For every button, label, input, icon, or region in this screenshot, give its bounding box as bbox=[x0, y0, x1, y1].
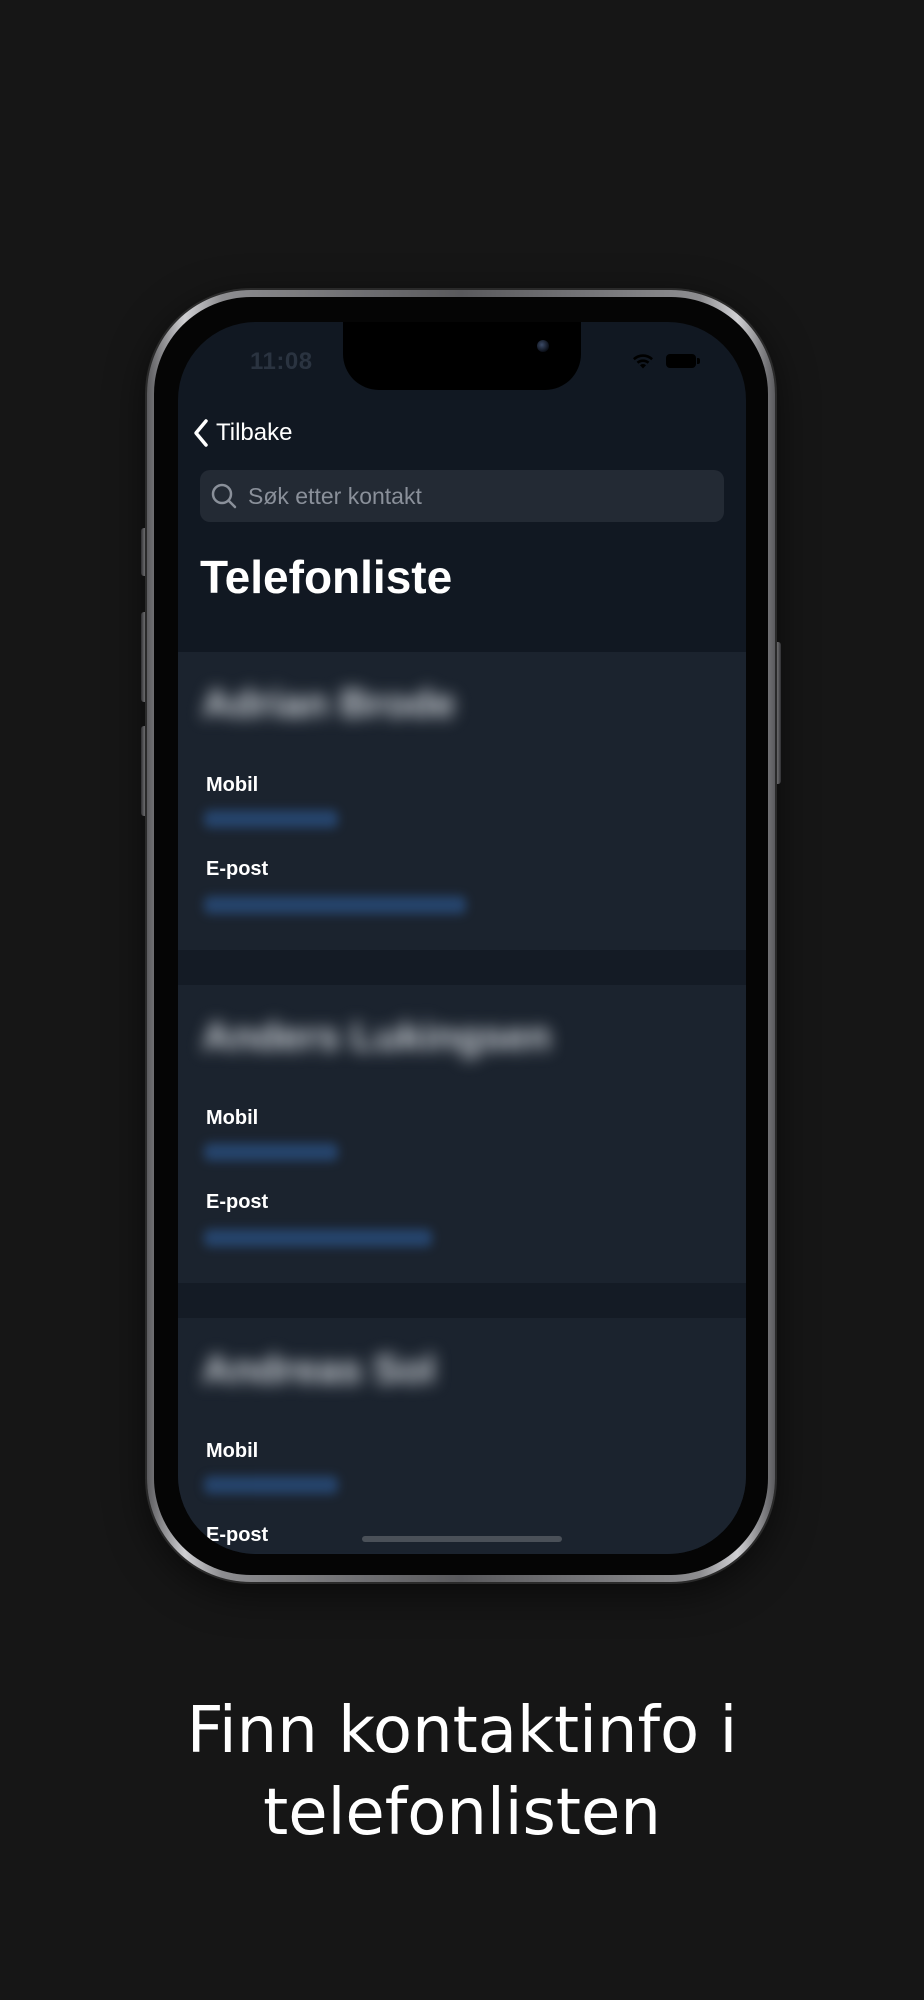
email-link[interactable] bbox=[204, 1229, 432, 1247]
search-icon bbox=[211, 483, 237, 509]
email-label: E-post bbox=[206, 1524, 269, 1546]
back-label: Tilbake bbox=[216, 419, 293, 446]
power-button bbox=[774, 642, 781, 784]
contact-name: Anders Lukingsen bbox=[202, 1015, 551, 1059]
status-bar: 11:08 bbox=[178, 322, 746, 392]
search-bar[interactable] bbox=[200, 470, 724, 522]
home-indicator[interactable] bbox=[362, 1536, 562, 1542]
email-label: E-post bbox=[206, 1191, 269, 1213]
mobile-link[interactable] bbox=[204, 1476, 338, 1494]
camera-icon bbox=[537, 340, 549, 352]
app-store-screenshot: 11:08 Tilbake Søk etter kontakt Telefonl… bbox=[0, 0, 924, 2000]
contact-card[interactable]: Andreas Sol Mobil E-post bbox=[178, 1318, 746, 1554]
contact-name: Andreas Sol bbox=[202, 1348, 436, 1392]
mobile-label: Mobil bbox=[206, 1107, 259, 1129]
mobile-link[interactable] bbox=[204, 1143, 338, 1161]
email-link[interactable] bbox=[204, 896, 466, 914]
mobile-link[interactable] bbox=[204, 810, 338, 828]
list-separator bbox=[178, 1283, 746, 1318]
search-input[interactable] bbox=[246, 481, 724, 511]
contact-card[interactable]: Anders Lukingsen Mobil E-post bbox=[178, 985, 746, 1283]
status-icons bbox=[630, 352, 700, 370]
contact-card[interactable]: Adrian Brode Mobil E-post bbox=[178, 652, 746, 950]
notch bbox=[343, 322, 581, 390]
page-title: Telefonliste bbox=[200, 551, 453, 603]
marketing-caption: Finn kontaktinfo i telefonlisten bbox=[0, 1690, 924, 1854]
list-separator bbox=[178, 950, 746, 985]
battery-icon bbox=[666, 354, 700, 368]
status-time: 11:08 bbox=[250, 348, 313, 375]
chevron-left-icon bbox=[194, 419, 208, 447]
contact-name: Adrian Brode bbox=[202, 682, 456, 726]
mobile-label: Mobil bbox=[206, 1440, 259, 1462]
back-button[interactable]: Tilbake bbox=[192, 418, 292, 448]
wifi-icon bbox=[630, 352, 656, 370]
caption-line-1: Finn kontaktinfo i bbox=[186, 1694, 738, 1768]
phone-screen: 11:08 Tilbake Søk etter kontakt Telefonl… bbox=[178, 322, 746, 1554]
caption-line-2: telefonlisten bbox=[263, 1776, 661, 1850]
mobile-label: Mobil bbox=[206, 774, 259, 796]
email-label: E-post bbox=[206, 858, 269, 880]
contact-list: Adrian Brode Mobil E-post Anders Lukings… bbox=[178, 652, 746, 1554]
